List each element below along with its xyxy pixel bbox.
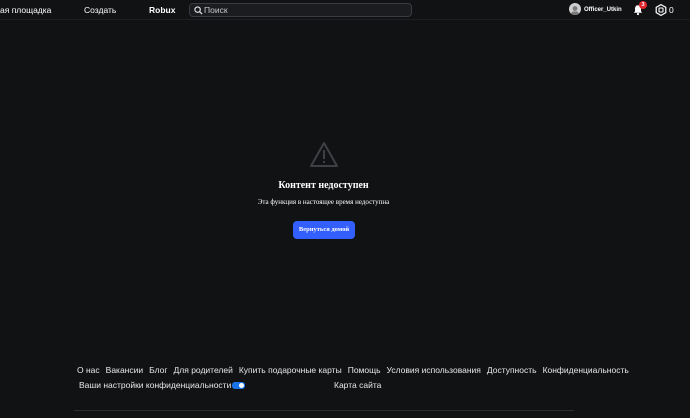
- footer-link-accessibility[interactable]: Доступность: [487, 365, 537, 375]
- search-input[interactable]: [204, 4, 404, 16]
- warning-icon: [310, 142, 338, 167]
- privacy-toggle-icon[interactable]: [232, 381, 246, 389]
- robux-balance[interactable]: 0: [669, 0, 674, 20]
- unavailable-message: Эта функция в настоящее время недоступна: [257, 198, 390, 206]
- footer-link-about[interactable]: О нас: [77, 365, 100, 375]
- footer-link-sitemap[interactable]: Карта сайта: [334, 380, 381, 390]
- avatar[interactable]: [569, 3, 581, 15]
- privacy-settings-link[interactable]: Ваши настройки конфиденциальности: [79, 380, 231, 390]
- footer-link-privacy[interactable]: Конфиденциальность: [543, 365, 629, 375]
- nav-marketplace-link[interactable]: ая площадка: [0, 0, 51, 20]
- footer-divider: [74, 410, 574, 411]
- footer-links: О нас Вакансии Блог Для родителей Купить…: [77, 365, 629, 375]
- page-title: Контент недоступен: [278, 180, 369, 191]
- username-label: Officer_Utkin: [584, 7, 622, 13]
- search-icon: [194, 6, 203, 15]
- nav-robux-link[interactable]: Robux: [149, 0, 175, 20]
- footer-link-jobs[interactable]: Вакансии: [106, 365, 143, 375]
- nav-create-link[interactable]: Создать: [84, 0, 116, 20]
- search-box[interactable]: [189, 3, 412, 17]
- footer-privacy-settings[interactable]: Ваши настройки конфиденциальности: [79, 380, 246, 390]
- notification-badge: 3: [639, 1, 647, 9]
- footer-link-blog[interactable]: Блог: [149, 365, 167, 375]
- robux-icon[interactable]: [655, 4, 667, 16]
- footer-link-parents[interactable]: Для родителей: [174, 365, 233, 375]
- top-navigation-bar: ая площадка Создать Robux Officer_Utkin …: [0, 0, 690, 20]
- footer-link-help[interactable]: Помощь: [348, 365, 381, 375]
- return-home-button[interactable]: Вернуться домой: [293, 221, 355, 239]
- footer-link-gift-cards[interactable]: Купить подарочные карты: [239, 365, 342, 375]
- footer-link-terms[interactable]: Условия использования: [387, 365, 481, 375]
